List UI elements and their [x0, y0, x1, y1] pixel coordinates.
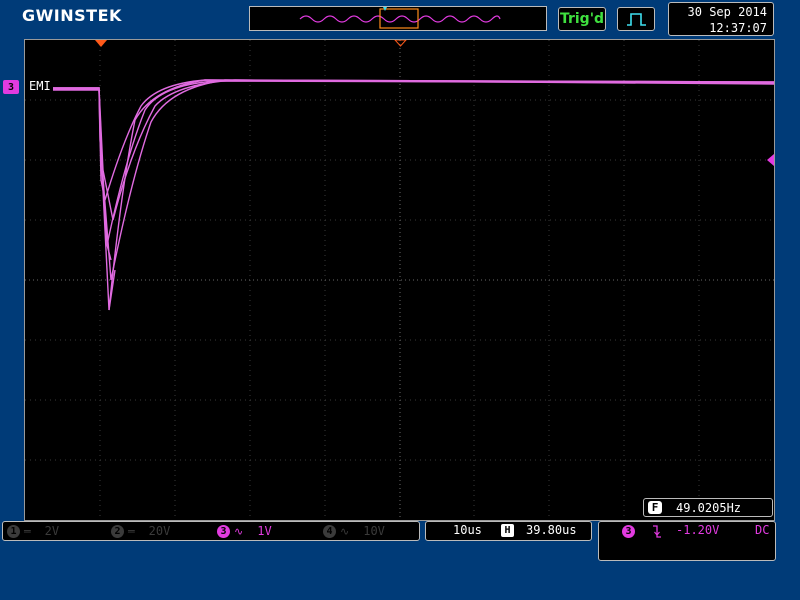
falling-edge-icon — [653, 525, 661, 538]
channel-settings-bar: 1 ═ 2V 2 ═ 20V 3 ∿ 1V 4 ∿ 10V — [2, 521, 420, 541]
channel-2-number: 2 — [111, 524, 124, 538]
channel-2-scale: 20V — [148, 524, 171, 538]
memory-overview-bar[interactable] — [249, 6, 547, 31]
channel-label: EMI — [28, 79, 52, 93]
channel-1-scale: 2V — [44, 524, 60, 538]
channel-3-setting[interactable]: 3 ∿ 1V — [217, 523, 272, 539]
channel-1-number: 1 — [7, 524, 20, 538]
datetime-display: 30 Sep 2014 12:37:07 — [668, 2, 774, 36]
channel-4-scale: 10V — [363, 524, 385, 538]
channel-4-setting[interactable]: 4 ∿ 10V — [323, 523, 385, 539]
ch3-waveform — [53, 79, 774, 311]
trigger-source: 3 — [622, 525, 635, 538]
horizontal-position-icon: H — [501, 524, 514, 537]
waveform-display[interactable] — [24, 39, 775, 521]
trigger-position-marker — [95, 40, 107, 47]
dc-coupling-icon: ═ — [24, 524, 31, 538]
channel-3-scale: 1V — [257, 524, 272, 538]
time-text: 12:37:07 — [709, 21, 767, 35]
trigger-status-badge: Trig'd — [558, 7, 606, 31]
channel-4-number: 4 — [323, 524, 336, 538]
overview-view-window — [379, 8, 419, 29]
ac-coupling-icon: ∿ — [340, 524, 350, 538]
graticule — [25, 40, 774, 520]
channel-3-number: 3 — [217, 524, 230, 538]
horizontal-position-value: 39.80us — [526, 523, 577, 537]
trigger-level: -1.20V — [676, 523, 720, 537]
overview-waveform — [299, 7, 501, 29]
frequency-value: 49.0205Hz — [676, 500, 742, 515]
frequency-badge: F — [648, 501, 662, 514]
trigger-level-marker — [767, 154, 774, 166]
dc-coupling-icon: ═ — [128, 524, 135, 538]
channel-2-setting[interactable]: 2 ═ 20V — [111, 523, 170, 539]
ac-coupling-icon: ∿ — [234, 524, 244, 538]
trigger-settings-bar[interactable]: 3 -1.20V DC — [598, 521, 776, 561]
trigger-coupling: DC — [755, 523, 770, 537]
pulse-trigger-icon[interactable] — [617, 7, 655, 31]
timebase-bar[interactable]: 10us H 39.80us — [425, 521, 592, 541]
channel-3-marker[interactable]: 3 — [3, 80, 19, 94]
date-text: 30 Sep 2014 — [687, 5, 767, 19]
brand-logo: GWINSTEK — [22, 6, 122, 25]
frequency-counter: F 49.0205Hz — [643, 498, 773, 517]
channel-1-setting[interactable]: 1 ═ 2V — [7, 523, 59, 539]
timebase-scale: 10us — [453, 523, 482, 537]
